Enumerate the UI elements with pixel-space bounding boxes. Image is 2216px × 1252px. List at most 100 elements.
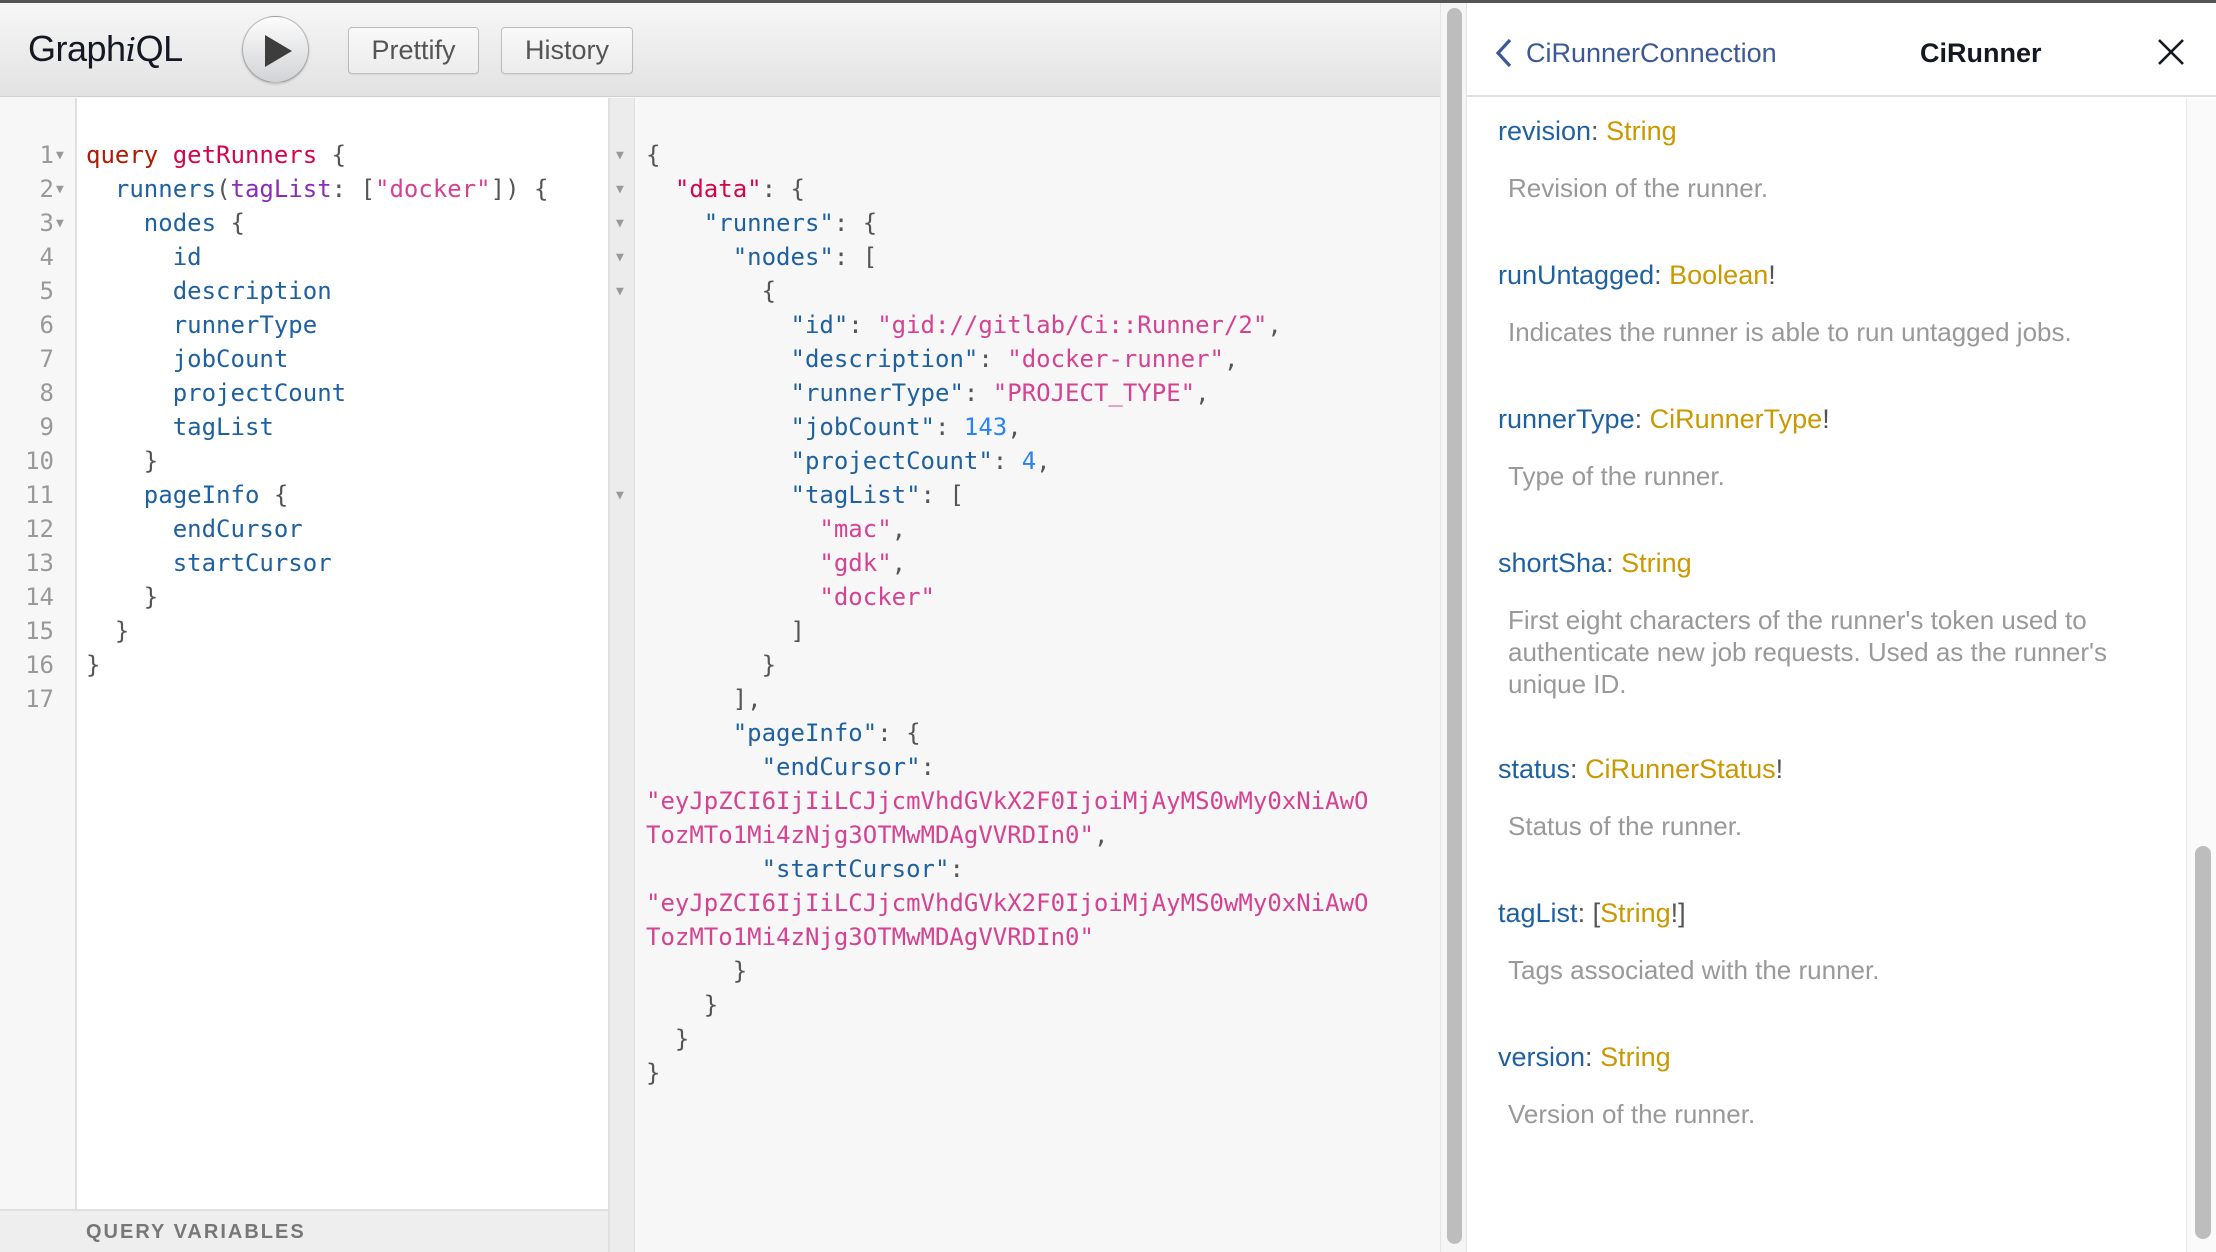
code-token-num: 4	[1021, 447, 1037, 475]
prettify-button[interactable]: Prettify	[348, 27, 479, 74]
code-token-punc	[86, 413, 173, 441]
editor-area: GraphiQL Prettify History 1 2 3 4 5 6 7 8 9 10 11 1…	[0, 3, 1440, 1252]
code-token-punc: (	[216, 175, 231, 203]
result-scrollbar-thumb[interactable]	[1447, 8, 1462, 1244]
code-token-prop: "tagList"	[790, 481, 921, 509]
history-button[interactable]: History	[501, 27, 633, 74]
doc-explorer-title: CiRunner	[1920, 38, 2042, 68]
line-number: 3	[39, 209, 54, 237]
query_editor-line: query getRunners {	[86, 138, 548, 172]
code-token-prop: pageInfo	[143, 481, 260, 509]
close-docs-button[interactable]	[2158, 39, 2184, 65]
fold-arrow-icon[interactable]: ▼	[616, 206, 632, 240]
field-type-link[interactable]: String	[1600, 1042, 1671, 1072]
field-type-link[interactable]: String	[1606, 116, 1677, 146]
code-token-punc	[86, 175, 115, 203]
close-icon	[2158, 39, 2184, 65]
result-line: }	[646, 988, 1368, 1022]
fold-arrow-icon[interactable]: ▼	[616, 240, 632, 274]
line-number: 5	[39, 277, 54, 305]
line-number: 4	[39, 243, 54, 271]
doc-field-runnerType: runnerType: CiRunnerType!	[1498, 401, 1830, 437]
field-name[interactable]: status	[1498, 754, 1570, 784]
line-numbers: 1 2 3 4 5 6 7 8 9 10 11 12 13 14 15 16 17	[0, 138, 54, 716]
fold-arrow-icon[interactable]: ▼	[616, 478, 632, 512]
line-number: 6	[39, 311, 54, 339]
field-colon: :	[1570, 754, 1586, 784]
code-token-punc: :	[848, 311, 878, 339]
execute-query-button[interactable]	[242, 16, 309, 83]
query_editor-line: description	[86, 274, 548, 308]
code-token-punc	[86, 209, 144, 237]
code-token-punc: }	[86, 447, 159, 475]
code-token-punc	[86, 515, 173, 543]
field-name[interactable]: runUntagged	[1498, 260, 1654, 290]
doc-explorer-scrollbar[interactable]	[2186, 99, 2216, 1252]
fold-arrow-icon[interactable]: ▼	[56, 206, 72, 240]
query-variables-title[interactable]: QUERY VARIABLES	[86, 1221, 306, 1244]
field-name[interactable]: runnerType	[1498, 404, 1635, 434]
query-variables-bar[interactable]: QUERY VARIABLES	[0, 1209, 608, 1252]
result-scrollbar[interactable]	[1440, 3, 1467, 1252]
code-token-punc: ,	[1195, 379, 1210, 407]
query_editor-line: endCursor	[86, 512, 548, 546]
doc-field-description: Version of the runner.	[1508, 1099, 1756, 1129]
query_editor-line: pageInfo {	[86, 478, 548, 512]
query-code[interactable]: query getRunners { runners(tagList: ["do…	[86, 138, 548, 716]
field-colon: :	[1591, 116, 1607, 146]
code-token-prop: "runners"	[703, 209, 834, 237]
result-line: "runnerType": "PROJECT_TYPE",	[646, 376, 1368, 410]
field-name[interactable]: shortSha	[1498, 548, 1606, 578]
code-token-punc: :	[992, 447, 1022, 475]
field-type-link[interactable]: String	[1600, 898, 1671, 928]
code-token-prop: "endCursor"	[761, 753, 921, 781]
result-line: "description": "docker-runner",	[646, 342, 1368, 376]
fold-arrow-icon[interactable]: ▼	[616, 138, 632, 172]
back-link-label[interactable]: CiRunnerConnection	[1526, 33, 1777, 73]
result-line: "endCursor":	[646, 750, 1368, 784]
back-to-cirunnerconnection-link[interactable]: CiRunnerConnection	[1495, 33, 1777, 73]
field-type-link[interactable]: Boolean	[1669, 260, 1768, 290]
field-name[interactable]: version	[1498, 1042, 1585, 1072]
line-number: 13	[25, 549, 54, 577]
code-token-str: "gid://gitlab/Ci::Runner/2"	[877, 311, 1268, 339]
field-colon: :	[1654, 260, 1670, 290]
code-token-punc	[646, 413, 791, 441]
field-type-link[interactable]: String	[1621, 548, 1692, 578]
code-token-prop: "projectCount"	[790, 447, 993, 475]
query-editor[interactable]: 1 2 3 4 5 6 7 8 9 10 11 12 13 14 15 16 17 ▼ ▼ ▼ query getR…	[0, 98, 608, 1209]
code-token-str: "eyJpZCI6IjIiLCJjcmVhdGVkX2F0IjoiMjAyMS0…	[646, 787, 1369, 815]
field-type-link[interactable]: CiRunnerStatus	[1585, 754, 1776, 784]
fold-arrow-icon[interactable]: ▼	[616, 172, 632, 206]
doc-field-description: First eight characters of the runner's t…	[1508, 605, 2107, 699]
field-name[interactable]: revision	[1498, 116, 1591, 146]
line-number: 17	[25, 685, 54, 713]
doc-explorer-scrollbar-thumb[interactable]	[2195, 846, 2211, 1239]
fold-arrow-icon[interactable]: ▼	[56, 138, 72, 172]
fold-arrow-icon[interactable]: ▼	[616, 274, 632, 308]
query_editor-line: runners(tagList: ["docker"]) {	[86, 172, 549, 206]
doc-field-description: Tags associated with the runner.	[1508, 955, 1880, 985]
code-token-prop: "runnerType"	[790, 379, 964, 407]
code-token-punc: :	[920, 753, 935, 781]
code-token-punc: ,	[1036, 447, 1051, 475]
code-token-punc: {	[317, 141, 347, 169]
field-name[interactable]: tagList	[1498, 898, 1578, 928]
fold-arrow-icon[interactable]: ▼	[56, 172, 72, 206]
query_editor-line: runnerType	[86, 308, 548, 342]
field-colon: :	[1577, 898, 1593, 928]
field-colon: :	[1634, 404, 1650, 434]
code-token-punc: : {	[833, 209, 878, 237]
field-type-link[interactable]: CiRunnerType	[1650, 404, 1823, 434]
code-token-punc: : [	[331, 175, 376, 203]
